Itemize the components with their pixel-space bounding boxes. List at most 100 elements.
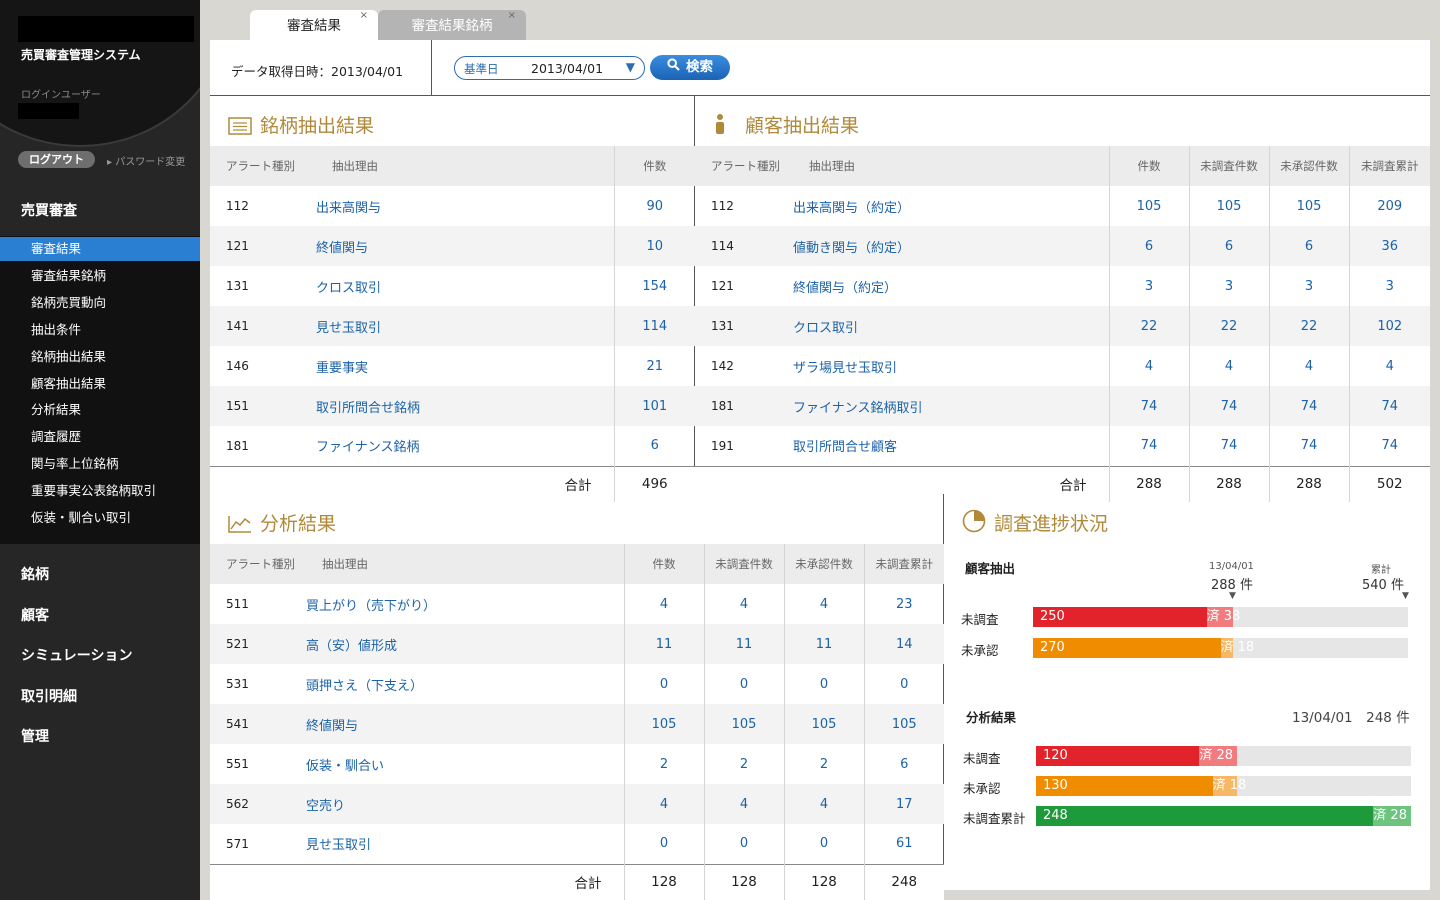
count-cell[interactable]: 6 (613, 426, 695, 466)
nav-section[interactable]: シミュレーション (21, 645, 132, 665)
count-cell[interactable]: 105 (1268, 186, 1349, 226)
count-cell[interactable]: 4 (1268, 346, 1349, 386)
count-cell[interactable]: 105 (1188, 186, 1269, 226)
sidebar-item[interactable]: 審査結果銘柄 (0, 264, 200, 288)
count-cell[interactable]: 105 (1108, 186, 1189, 226)
count-cell[interactable]: 154 (613, 266, 695, 306)
reason-link[interactable]: 値動き関与（約定） (793, 226, 1109, 266)
sidebar-item[interactable]: 仮装・馴合い取引 (0, 506, 200, 530)
count-cell[interactable]: 74 (1268, 386, 1349, 426)
count-cell[interactable]: 3 (1268, 266, 1349, 306)
count-cell[interactable]: 90 (613, 186, 695, 226)
reason-link[interactable]: 出来高関与 (316, 186, 614, 226)
reason-link[interactable]: 終値関与（約定） (793, 266, 1109, 306)
reason-link[interactable]: クロス取引 (793, 306, 1109, 346)
count-cell[interactable]: 4 (703, 784, 784, 824)
count-cell[interactable]: 2 (623, 744, 704, 784)
count-cell[interactable]: 3 (1108, 266, 1189, 306)
count-cell[interactable]: 14 (863, 624, 944, 664)
count-cell[interactable]: 3 (1188, 266, 1269, 306)
count-cell[interactable]: 61 (863, 824, 944, 864)
nav-section[interactable]: 銘柄 (21, 564, 49, 584)
count-cell[interactable]: 6 (1108, 226, 1189, 266)
count-cell[interactable]: 105 (783, 704, 864, 744)
count-cell[interactable]: 105 (863, 704, 944, 744)
count-cell[interactable]: 4 (783, 784, 864, 824)
count-cell[interactable]: 0 (703, 664, 784, 704)
password-change-link[interactable]: ▸ パスワード変更 (107, 153, 185, 168)
count-cell[interactable]: 4 (623, 784, 704, 824)
count-cell[interactable]: 101 (613, 386, 695, 426)
logout-button[interactable]: ログアウト (18, 151, 95, 168)
count-cell[interactable]: 22 (1188, 306, 1269, 346)
reason-link[interactable]: 取引所問合せ顧客 (793, 426, 1109, 466)
count-cell[interactable]: 10 (613, 226, 695, 266)
reason-link[interactable]: ファイナンス銘柄 (316, 426, 614, 466)
sidebar-item[interactable]: 調査履歴 (0, 425, 200, 449)
sidebar-item[interactable]: 抽出条件 (0, 318, 200, 342)
reason-link[interactable]: 重要事実 (316, 346, 614, 386)
count-cell[interactable]: 36 (1348, 226, 1430, 266)
reason-link[interactable]: 見せ玉取引 (306, 824, 624, 864)
count-cell[interactable]: 6 (1268, 226, 1349, 266)
count-cell[interactable]: 11 (703, 624, 784, 664)
reason-link[interactable]: 終値関与 (316, 226, 614, 266)
count-cell[interactable]: 74 (1348, 386, 1430, 426)
count-cell[interactable]: 74 (1268, 426, 1349, 466)
reason-link[interactable]: 終値関与 (306, 704, 624, 744)
count-cell[interactable]: 4 (1188, 346, 1269, 386)
count-cell[interactable]: 114 (613, 306, 695, 346)
tab-close-icon[interactable]: × (360, 0, 368, 32)
base-date-select[interactable]: 基準日 2013/04/01 ▼ (454, 56, 645, 80)
reason-link[interactable]: 取引所問合せ銘柄 (316, 386, 614, 426)
count-cell[interactable]: 21 (613, 346, 695, 386)
sidebar-item[interactable]: 顧客抽出結果 (0, 372, 200, 396)
count-cell[interactable]: 11 (623, 624, 704, 664)
reason-link[interactable]: クロス取引 (316, 266, 614, 306)
reason-link[interactable]: 高（安）値形成 (306, 624, 624, 664)
reason-link[interactable]: 買上がり（売下がり） (306, 584, 624, 624)
count-cell[interactable]: 23 (863, 584, 944, 624)
sidebar-item[interactable]: 銘柄抽出結果 (0, 345, 200, 369)
tab-close-icon[interactable]: × (508, 0, 516, 32)
reason-link[interactable]: 出来高関与（約定） (793, 186, 1109, 226)
count-cell[interactable]: 6 (1188, 226, 1269, 266)
count-cell[interactable]: 74 (1108, 386, 1189, 426)
count-cell[interactable]: 22 (1108, 306, 1189, 346)
count-cell[interactable]: 4 (703, 584, 784, 624)
sidebar-item[interactable]: 銘柄売買動向 (0, 291, 200, 315)
count-cell[interactable]: 4 (1348, 346, 1430, 386)
search-button[interactable]: 検索 (650, 55, 730, 80)
count-cell[interactable]: 74 (1348, 426, 1430, 466)
reason-link[interactable]: 仮装・馴合い (306, 744, 624, 784)
count-cell[interactable]: 0 (623, 824, 704, 864)
sidebar-item[interactable]: 重要事実公表銘柄取引 (0, 479, 200, 503)
reason-link[interactable]: 見せ玉取引 (316, 306, 614, 346)
count-cell[interactable]: 22 (1268, 306, 1349, 346)
nav-section[interactable]: 取引明細 (21, 686, 77, 706)
count-cell[interactable]: 209 (1348, 186, 1430, 226)
count-cell[interactable]: 74 (1108, 426, 1189, 466)
reason-link[interactable]: ファイナンス銘柄取引 (793, 386, 1109, 426)
count-cell[interactable]: 105 (703, 704, 784, 744)
count-cell[interactable]: 0 (863, 664, 944, 704)
sidebar-item[interactable]: 審査結果 (0, 237, 200, 261)
count-cell[interactable]: 2 (783, 744, 864, 784)
count-cell[interactable]: 6 (863, 744, 944, 784)
count-cell[interactable]: 105 (623, 704, 704, 744)
reason-link[interactable]: ザラ場見せ玉取引 (793, 346, 1109, 386)
count-cell[interactable]: 102 (1348, 306, 1430, 346)
count-cell[interactable]: 3 (1348, 266, 1430, 306)
reason-link[interactable]: 頭押さえ（下支え） (306, 664, 624, 704)
count-cell[interactable]: 11 (783, 624, 864, 664)
count-cell[interactable]: 0 (783, 664, 864, 704)
reason-link[interactable]: 空売り (306, 784, 624, 824)
tab-review-results[interactable]: 審査結果 × (250, 10, 378, 40)
count-cell[interactable]: 74 (1188, 386, 1269, 426)
tab-review-stocks[interactable]: 審査結果銘柄 × (378, 10, 526, 40)
nav-section[interactable]: 顧客 (21, 605, 49, 625)
count-cell[interactable]: 4 (623, 584, 704, 624)
count-cell[interactable]: 0 (703, 824, 784, 864)
count-cell[interactable]: 4 (783, 584, 864, 624)
sidebar-item[interactable]: 関与率上位銘柄 (0, 452, 200, 476)
